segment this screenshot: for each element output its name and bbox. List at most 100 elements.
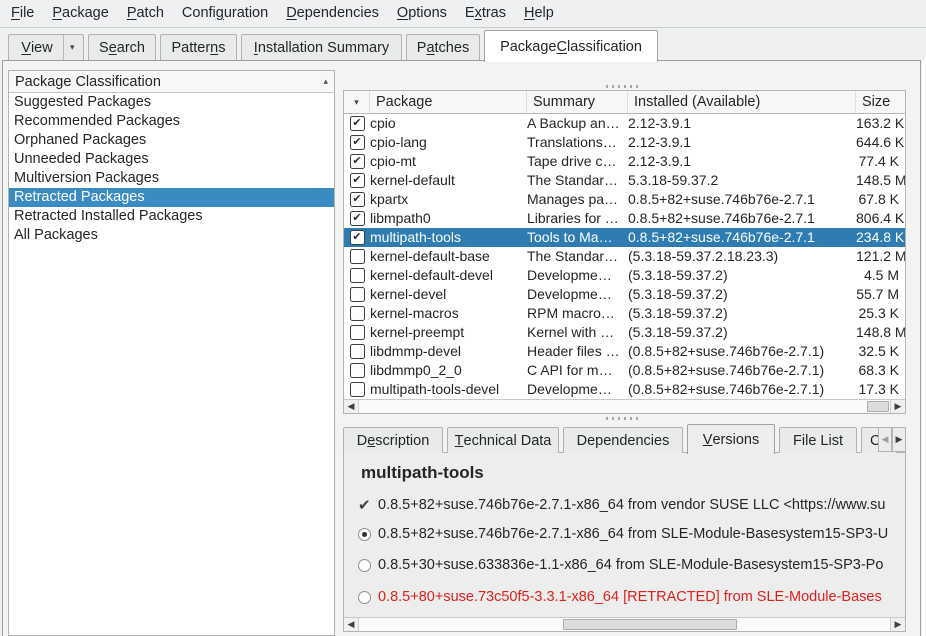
classification-list-header[interactable]: Package Classification ▴ [9, 71, 334, 93]
table-row[interactable]: ✔kernel-defaultThe Standar…5.3.18-59.37.… [344, 171, 905, 190]
row-checkbox[interactable] [350, 363, 365, 378]
tab-description[interactable]: Description [343, 427, 443, 453]
package-summary: Libraries for … [527, 209, 628, 228]
row-checkbox[interactable]: ✔ [350, 135, 365, 150]
view-tab-label[interactable]: View [11, 35, 63, 60]
radio-off-icon[interactable] [358, 559, 371, 572]
package-installed: (5.3.18-59.37.2) [628, 266, 856, 285]
splitter-handle[interactable] [606, 85, 642, 88]
menu-help[interactable]: Help [515, 0, 563, 27]
table-row[interactable]: libdmmp-develHeader files …(0.8.5+82+sus… [344, 342, 905, 361]
table-row[interactable]: kernel-macrosRPM macro…(5.3.18-59.37.2)2… [344, 304, 905, 323]
table-row[interactable]: kernel-default-develDevelopme…(5.3.18-59… [344, 266, 905, 285]
column-header-summary[interactable]: Summary [527, 91, 628, 113]
version-row[interactable]: 0.8.5+30+suse.633836e-1.1-x86_64 from SL… [358, 557, 883, 573]
tab-technical-data[interactable]: Technical Data [447, 427, 559, 453]
table-row[interactable]: kernel-default-baseThe Standar…(5.3.18-5… [344, 247, 905, 266]
tab-patterns[interactable]: Patterns [160, 34, 237, 60]
version-row-selected[interactable]: 0.8.5+82+suse.746b76e-2.7.1-x86_64 from … [358, 526, 888, 542]
view-dropdown-icon[interactable]: ▾ [64, 42, 81, 53]
version-row-installed[interactable]: ✔ 0.8.5+82+suse.746b76e-2.7.1-x86_64 fro… [358, 496, 885, 514]
package-name: kernel-macros [370, 304, 527, 323]
package-summary: Manages pa… [527, 190, 628, 209]
tab-search[interactable]: Search [88, 34, 156, 60]
tab-scroll-buttons: ◀ ▶ [878, 427, 906, 452]
details-horizontal-scrollbar[interactable]: ◀ ▶ [344, 617, 905, 631]
version-row-retracted[interactable]: 0.8.5+80+suse.73c50f5-3.3.1-x86_64 [RETR… [358, 589, 882, 605]
sidebar-item-unneeded[interactable]: Unneeded Packages [9, 150, 334, 169]
column-header-size[interactable]: Size [856, 91, 905, 113]
tab-patches[interactable]: Patches [406, 34, 480, 60]
row-checkbox[interactable] [350, 382, 365, 397]
table-row[interactable]: ✔cpio-langTranslations…2.12-3.9.1644.6 K [344, 133, 905, 152]
tab-installation-summary[interactable]: Installation Summary [241, 34, 402, 60]
menu-configuration[interactable]: Configuration [173, 0, 277, 27]
row-checkbox[interactable] [350, 325, 365, 340]
package-name: cpio [370, 114, 527, 133]
row-checkbox[interactable] [350, 268, 365, 283]
status-column-dropdown-icon[interactable]: ▾ [344, 91, 370, 113]
package-size: 77.4 K [856, 152, 905, 171]
tab-versions[interactable]: Versions [687, 424, 775, 454]
table-row[interactable]: ✔cpio-mtTape drive c…2.12-3.9.177.4 K [344, 152, 905, 171]
menu-options[interactable]: Options [388, 0, 456, 27]
sidebar-item-recommended[interactable]: Recommended Packages [9, 112, 334, 131]
column-header-package[interactable]: Package [370, 91, 527, 113]
package-name: kpartx [370, 190, 527, 209]
column-header-installed[interactable]: Installed (Available) [628, 91, 856, 113]
row-checkbox[interactable]: ✔ [350, 154, 365, 169]
package-installed: (5.3.18-59.37.2.18.23.3) [628, 247, 856, 266]
row-checkbox[interactable] [350, 287, 365, 302]
tab-dependencies[interactable]: Dependencies [563, 427, 683, 453]
package-summary: Developme… [527, 266, 628, 285]
scroll-right-icon[interactable]: ▶ [890, 618, 905, 631]
table-row[interactable]: kernel-preemptKernel with …(5.3.18-59.37… [344, 323, 905, 342]
radio-off-icon[interactable] [358, 591, 371, 604]
sidebar-item-orphaned[interactable]: Orphaned Packages [9, 131, 334, 150]
package-name: kernel-devel [370, 285, 527, 304]
splitter-handle[interactable] [606, 417, 642, 420]
row-checkbox[interactable] [350, 249, 365, 264]
table-row[interactable]: ✔kpartxManages pa…0.8.5+82+suse.746b76e-… [344, 190, 905, 209]
package-size: 25.3 K [856, 304, 905, 323]
table-row[interactable]: kernel-develDevelopme…(5.3.18-59.37.2)55… [344, 285, 905, 304]
scroll-right-icon[interactable]: ▶ [890, 400, 905, 413]
package-size: 148.8 M [856, 323, 905, 342]
menu-package[interactable]: Package [43, 0, 117, 27]
row-checkbox[interactable]: ✔ [350, 211, 365, 226]
scroll-left-icon[interactable]: ◀ [344, 618, 359, 631]
tab-scroll-right-icon[interactable]: ▶ [892, 427, 906, 452]
menu-dependencies[interactable]: Dependencies [277, 0, 388, 27]
tab-package-classification[interactable]: Package Classification [484, 30, 658, 62]
scrollbar-thumb[interactable] [563, 619, 737, 630]
tab-scroll-left-icon[interactable]: ◀ [878, 427, 892, 452]
table-row[interactable]: libdmmp0_2_0C API for m…(0.8.5+82+suse.7… [344, 361, 905, 380]
sidebar-item-retracted-installed[interactable]: Retracted Installed Packages [9, 207, 334, 226]
row-checkbox[interactable] [350, 344, 365, 359]
row-checkbox[interactable]: ✔ [350, 173, 365, 188]
tab-file-list[interactable]: File List [779, 427, 857, 453]
table-row-selected[interactable]: ✔multipath-toolsTools to Ma…0.8.5+82+sus… [344, 228, 905, 247]
radio-on-icon[interactable] [358, 528, 371, 541]
tab-view[interactable]: View ▾ [8, 34, 84, 60]
table-row[interactable]: ✔libmpath0Libraries for …0.8.5+82+suse.7… [344, 209, 905, 228]
scroll-left-icon[interactable]: ◀ [344, 400, 359, 413]
classification-header-label: Package Classification [15, 74, 161, 90]
row-checkbox[interactable]: ✔ [350, 192, 365, 207]
package-summary: Tape drive c… [527, 152, 628, 171]
table-row[interactable]: ✔cpioA Backup an…2.12-3.9.1163.2 K [344, 114, 905, 133]
row-checkbox[interactable]: ✔ [350, 116, 365, 131]
sidebar-item-suggested[interactable]: Suggested Packages [9, 93, 334, 112]
sidebar-item-all-packages[interactable]: All Packages [9, 226, 334, 245]
row-checkbox[interactable]: ✔ [350, 230, 365, 245]
sidebar-item-retracted[interactable]: Retracted Packages [9, 188, 334, 207]
menu-file[interactable]: File [2, 0, 43, 27]
menu-patch[interactable]: Patch [118, 0, 173, 27]
sidebar-item-multiversion[interactable]: Multiversion Packages [9, 169, 334, 188]
scrollbar-thumb[interactable] [867, 401, 889, 412]
menu-extras[interactable]: Extras [456, 0, 515, 27]
package-summary: C API for m… [527, 361, 628, 380]
row-checkbox[interactable] [350, 306, 365, 321]
table-row[interactable]: multipath-tools-develDevelopme…(0.8.5+82… [344, 380, 905, 399]
table-horizontal-scrollbar[interactable]: ◀ ▶ [344, 399, 905, 413]
